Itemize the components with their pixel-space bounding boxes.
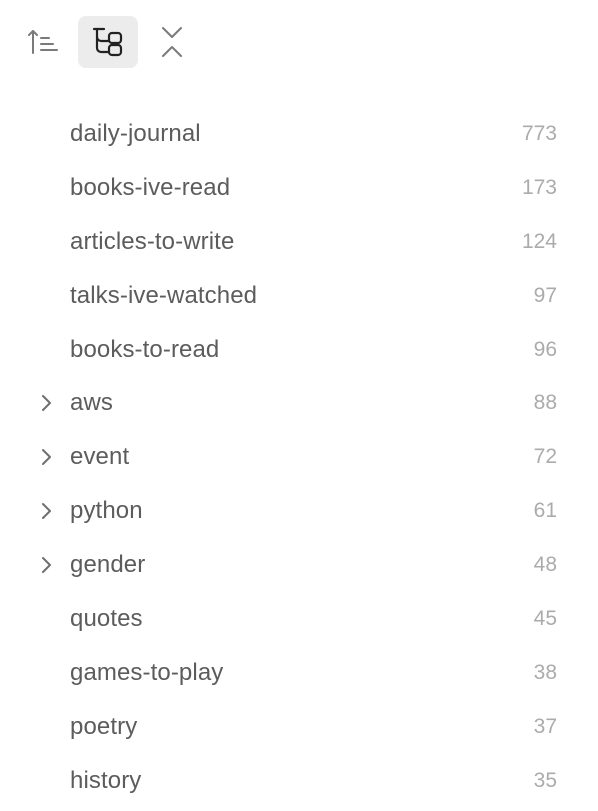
tag-row[interactable]: aws 88 bbox=[0, 376, 598, 430]
tag-count: 88 bbox=[533, 391, 557, 415]
tag-row[interactable]: python 61 bbox=[0, 484, 598, 538]
tag-count: 97 bbox=[533, 283, 557, 307]
tag-list: daily-journal 773 books-ive-read 173 art… bbox=[0, 107, 598, 808]
tag-name: daily-journal bbox=[70, 119, 201, 147]
tag-name: gender bbox=[70, 551, 146, 579]
tag-name: articles-to-write bbox=[70, 227, 235, 255]
collapse-all-button[interactable] bbox=[142, 16, 202, 68]
tag-count: 124 bbox=[521, 229, 557, 253]
tag-name: books-ive-read bbox=[70, 173, 231, 201]
sort-button[interactable] bbox=[14, 16, 74, 68]
tag-name: talks-ive-watched bbox=[70, 281, 258, 309]
chevron-right-icon[interactable] bbox=[36, 500, 56, 522]
nested-tags-icon bbox=[91, 26, 125, 58]
tag-row[interactable]: games-to-play 38 bbox=[0, 646, 598, 700]
tag-name: games-to-play bbox=[70, 658, 224, 686]
tag-row[interactable]: talks-ive-watched 97 bbox=[0, 269, 598, 323]
tag-count: 96 bbox=[533, 337, 557, 361]
tag-count: 61 bbox=[533, 499, 557, 523]
tag-row[interactable]: history 35 bbox=[0, 754, 598, 808]
tag-count: 72 bbox=[533, 445, 557, 469]
tag-row[interactable]: quotes 45 bbox=[0, 592, 598, 646]
tag-count: 48 bbox=[533, 553, 557, 577]
collapse-all-icon bbox=[159, 25, 185, 59]
tag-name: quotes bbox=[70, 604, 143, 632]
tag-name: history bbox=[70, 766, 142, 794]
tag-name: poetry bbox=[70, 712, 138, 740]
tag-row[interactable]: books-to-read 96 bbox=[0, 323, 598, 377]
tag-row[interactable]: books-ive-read 173 bbox=[0, 161, 598, 215]
tag-name: python bbox=[70, 497, 143, 525]
chevron-right-icon[interactable] bbox=[36, 392, 56, 414]
tag-count: 773 bbox=[521, 121, 557, 145]
tag-row[interactable]: poetry 37 bbox=[0, 700, 598, 754]
tag-row[interactable]: articles-to-write 124 bbox=[0, 215, 598, 269]
tag-count: 35 bbox=[533, 768, 557, 792]
tag-count: 37 bbox=[533, 714, 557, 738]
tag-count: 173 bbox=[521, 175, 557, 199]
sort-ascending-icon bbox=[27, 27, 61, 57]
tag-row[interactable]: gender 48 bbox=[0, 538, 598, 592]
nested-tags-button[interactable] bbox=[78, 16, 138, 68]
tag-name: aws bbox=[70, 389, 113, 417]
tag-count: 45 bbox=[533, 606, 557, 630]
tag-name: books-to-read bbox=[70, 335, 220, 363]
chevron-right-icon[interactable] bbox=[36, 446, 56, 468]
tag-row[interactable]: daily-journal 773 bbox=[0, 107, 598, 161]
tag-name: event bbox=[70, 443, 130, 471]
tag-row[interactable]: event 72 bbox=[0, 430, 598, 484]
tag-pane-toolbar bbox=[0, 0, 598, 86]
tag-count: 38 bbox=[533, 660, 557, 684]
chevron-right-icon[interactable] bbox=[36, 554, 56, 576]
